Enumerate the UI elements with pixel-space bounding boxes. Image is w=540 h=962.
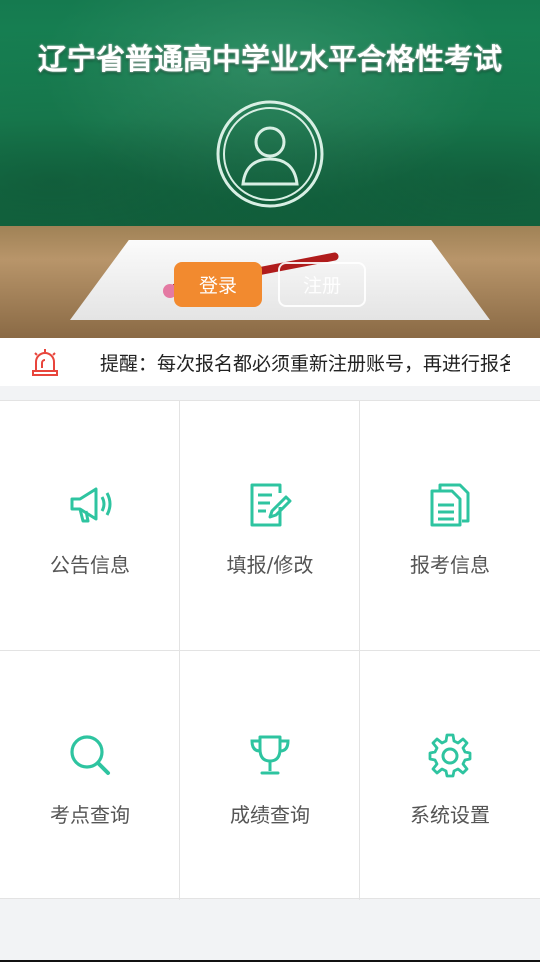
page-title: 辽宁省普通高中学业水平合格性考试: [37, 42, 502, 76]
menu-item-label: 系统设置: [410, 803, 490, 827]
menu-item-label: 考点查询: [50, 803, 130, 827]
trophy-icon: [250, 735, 290, 775]
menu-item-label: 报考信息: [410, 553, 490, 577]
menu-item-registration-info[interactable]: 报考信息: [360, 401, 540, 650]
alarm-icon: [32, 349, 58, 376]
menu-item-settings[interactable]: 系统设置: [360, 651, 540, 900]
user-avatar-icon[interactable]: [215, 99, 325, 209]
edit-form-icon: [250, 483, 292, 527]
menu-item-label: 公告信息: [50, 553, 130, 577]
menu-item-fill-edit[interactable]: 填报/修改: [180, 401, 360, 650]
notice-text: 提醒：每次报名都必须重新注册账号，再进行报名: [100, 352, 510, 375]
documents-icon: [430, 483, 470, 527]
notice-bar: 提醒：每次报名都必须重新注册账号，再进行报名: [0, 338, 540, 386]
menu-grid: 公告信息 填报/修改 报考信息 考点查询 成绩查询 系统设置: [0, 400, 540, 900]
menu-item-label: 填报/修改: [226, 553, 314, 577]
gear-icon: [428, 733, 472, 778]
search-icon: [70, 735, 110, 775]
header-banner: 辽宁省普通高中学业水平合格性考试 登录 注册: [0, 0, 540, 338]
menu-item-label: 成绩查询: [230, 803, 310, 827]
menu-item-exam-site-search[interactable]: 考点查询: [0, 651, 180, 900]
megaphone-icon: [70, 487, 112, 523]
login-button[interactable]: 登录: [174, 262, 262, 307]
menu-item-announcements[interactable]: 公告信息: [0, 401, 180, 650]
menu-item-score-search[interactable]: 成绩查询: [180, 651, 360, 900]
register-button[interactable]: 注册: [278, 262, 366, 307]
